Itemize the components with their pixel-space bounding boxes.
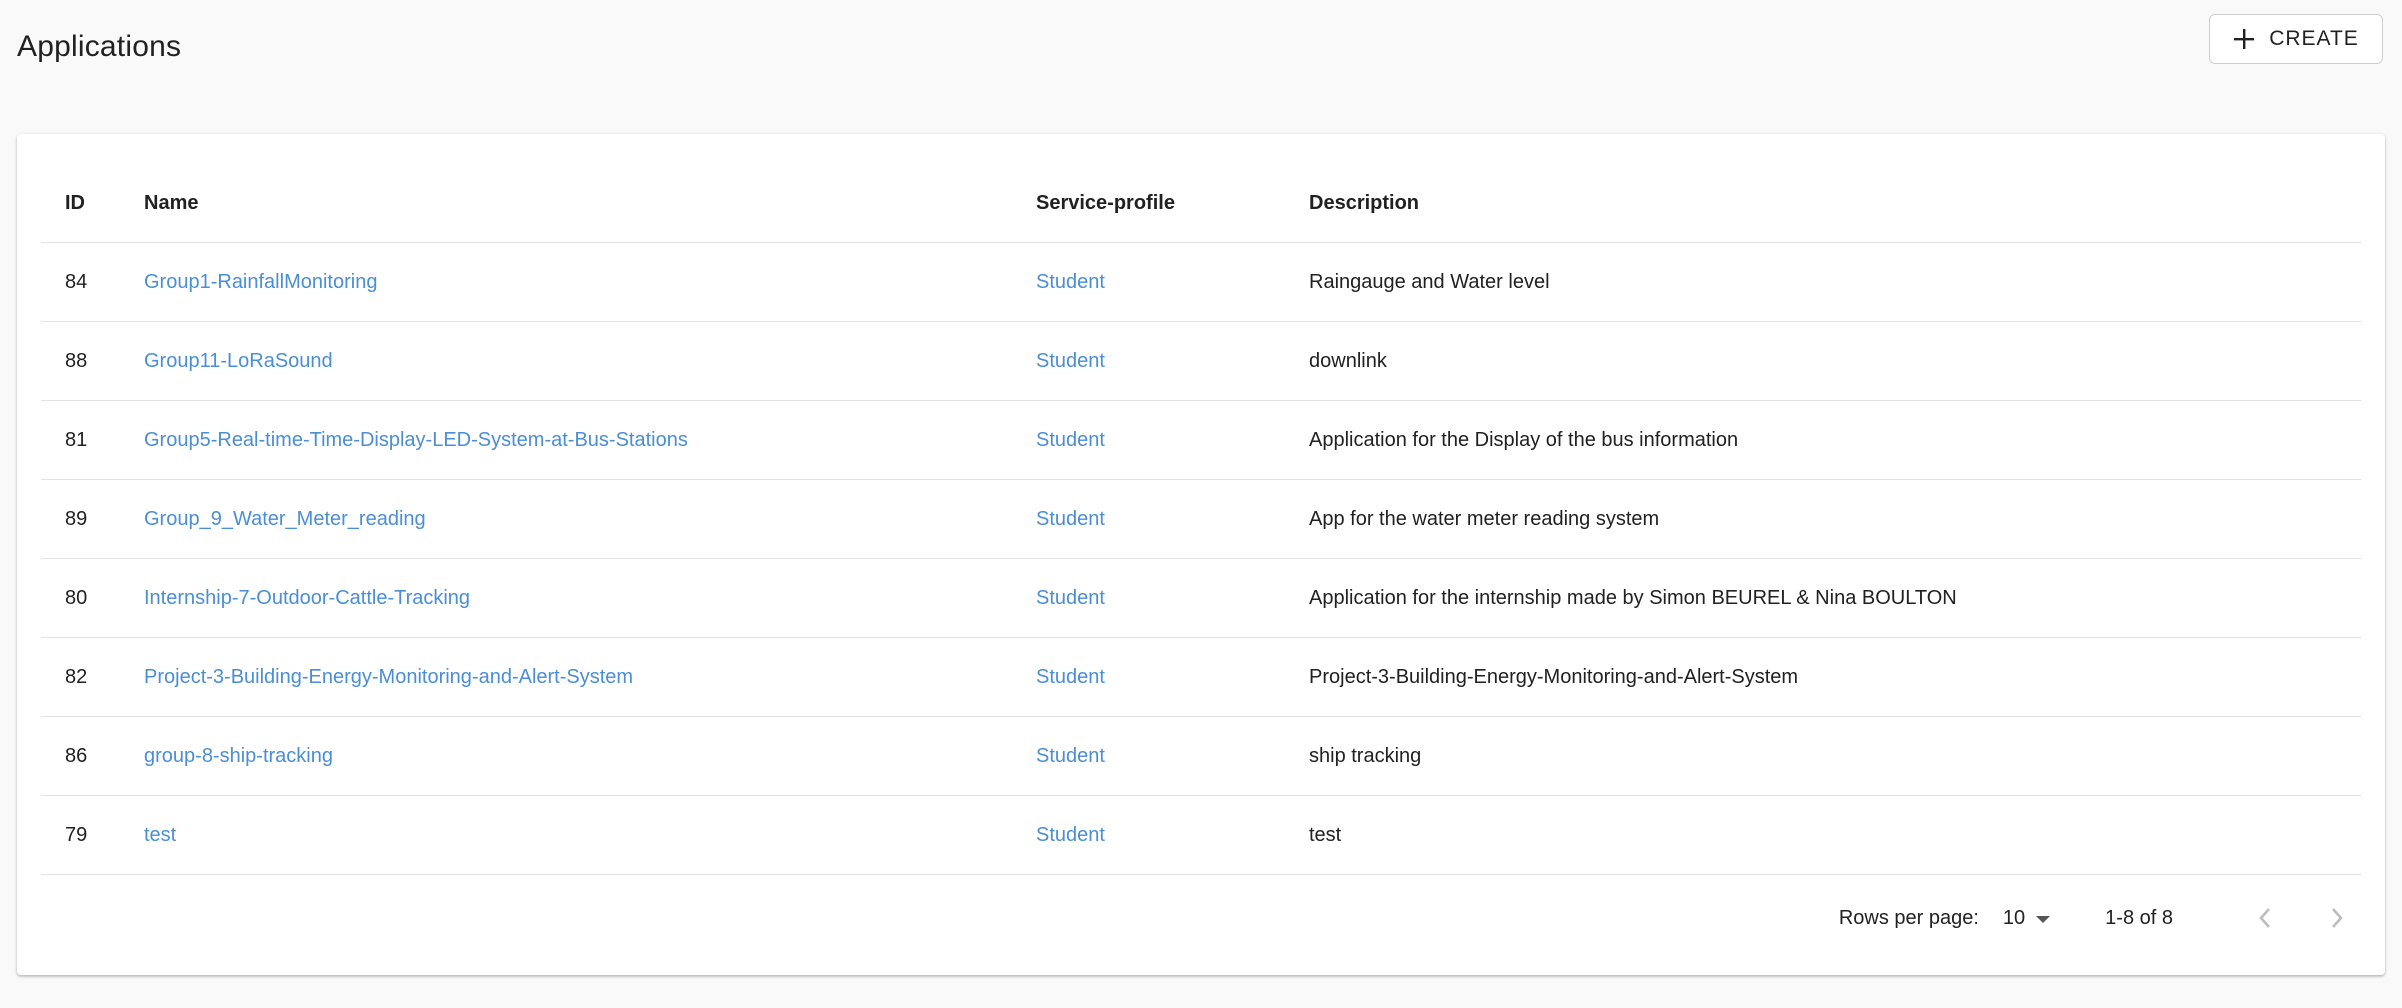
application-name-link[interactable]: Project-3-Building-Energy-Monitoring-and… xyxy=(144,666,633,688)
previous-page-button[interactable] xyxy=(2241,894,2289,942)
page-range-label: 1-8 of 8 xyxy=(2105,906,2173,929)
cell-id: 80 xyxy=(41,558,144,638)
chevron-right-icon xyxy=(2329,906,2345,930)
service-profile-link[interactable]: Student xyxy=(1036,587,1105,609)
application-name-link[interactable]: Group1-RainfallMonitoring xyxy=(144,271,377,293)
table-row: 86 group-8-ship-tracking Student ship tr… xyxy=(41,716,2361,796)
plus-icon xyxy=(2233,28,2255,50)
cell-description: Project-3-Building-Energy-Monitoring-and… xyxy=(1309,637,2361,717)
service-profile-link[interactable]: Student xyxy=(1036,508,1105,530)
column-header-description: Description xyxy=(1309,164,2361,243)
service-profile-link[interactable]: Student xyxy=(1036,666,1105,688)
caret-down-icon xyxy=(2035,907,2051,930)
table-row: 88 Group11-LoRaSound Student downlink xyxy=(41,321,2361,401)
column-header-id: ID xyxy=(41,164,144,243)
applications-table: ID Name Service-profile Description 84 G… xyxy=(41,164,2361,875)
create-button[interactable]: CREATE xyxy=(2209,14,2383,64)
table-row: 79 test Student test xyxy=(41,795,2361,875)
cell-id: 82 xyxy=(41,637,144,717)
column-header-service-profile: Service-profile xyxy=(1036,164,1309,243)
cell-description: test xyxy=(1309,795,2361,875)
cell-description: ship tracking xyxy=(1309,716,2361,796)
service-profile-link[interactable]: Student xyxy=(1036,350,1105,372)
application-name-link[interactable]: Internship-7-Outdoor-Cattle-Tracking xyxy=(144,587,470,609)
service-profile-link[interactable]: Student xyxy=(1036,745,1105,767)
cell-description: Raingauge and Water level xyxy=(1309,242,2361,322)
application-name-link[interactable]: test xyxy=(144,824,176,846)
table-pagination: Rows per page: 10 1-8 of 8 xyxy=(1839,888,2361,948)
chevron-left-icon xyxy=(2257,906,2273,930)
create-button-label: CREATE xyxy=(2269,27,2359,50)
service-profile-link[interactable]: Student xyxy=(1036,429,1105,451)
cell-description: downlink xyxy=(1309,321,2361,401)
service-profile-link[interactable]: Student xyxy=(1036,824,1105,846)
cell-id: 89 xyxy=(41,479,144,559)
rows-per-page-select[interactable]: 10 xyxy=(2003,907,2051,930)
application-name-link[interactable]: Group_9_Water_Meter_reading xyxy=(144,508,426,530)
table-row: 81 Group5-Real-time-Time-Display-LED-Sys… xyxy=(41,400,2361,480)
cell-id: 79 xyxy=(41,795,144,875)
cell-description: Application for the internship made by S… xyxy=(1309,558,2361,638)
application-name-link[interactable]: Group5-Real-time-Time-Display-LED-System… xyxy=(144,429,688,451)
next-page-button[interactable] xyxy=(2313,894,2361,942)
application-name-link[interactable]: Group11-LoRaSound xyxy=(144,350,333,372)
cell-description: Application for the Display of the bus i… xyxy=(1309,400,2361,480)
service-profile-link[interactable]: Student xyxy=(1036,271,1105,293)
table-row: 82 Project-3-Building-Energy-Monitoring-… xyxy=(41,637,2361,717)
applications-page: Applications CREATE ID Name Service-prof… xyxy=(0,0,2402,1008)
cell-description: App for the water meter reading system xyxy=(1309,479,2361,559)
cell-id: 81 xyxy=(41,400,144,480)
rows-per-page-value: 10 xyxy=(2002,906,2026,929)
cell-id: 84 xyxy=(41,242,144,322)
table-row: 89 Group_9_Water_Meter_reading Student A… xyxy=(41,479,2361,559)
cell-id: 88 xyxy=(41,321,144,401)
table-header-row: ID Name Service-profile Description xyxy=(41,164,2361,243)
applications-card: ID Name Service-profile Description 84 G… xyxy=(17,134,2385,975)
rows-per-page-label: Rows per page: xyxy=(1838,906,1979,929)
page-title: Applications xyxy=(17,30,182,63)
column-header-name: Name xyxy=(144,164,1036,243)
table-row: 84 Group1-RainfallMonitoring Student Rai… xyxy=(41,242,2361,322)
table-row: 80 Internship-7-Outdoor-Cattle-Tracking … xyxy=(41,558,2361,638)
application-name-link[interactable]: group-8-ship-tracking xyxy=(144,745,333,767)
cell-id: 86 xyxy=(41,716,144,796)
